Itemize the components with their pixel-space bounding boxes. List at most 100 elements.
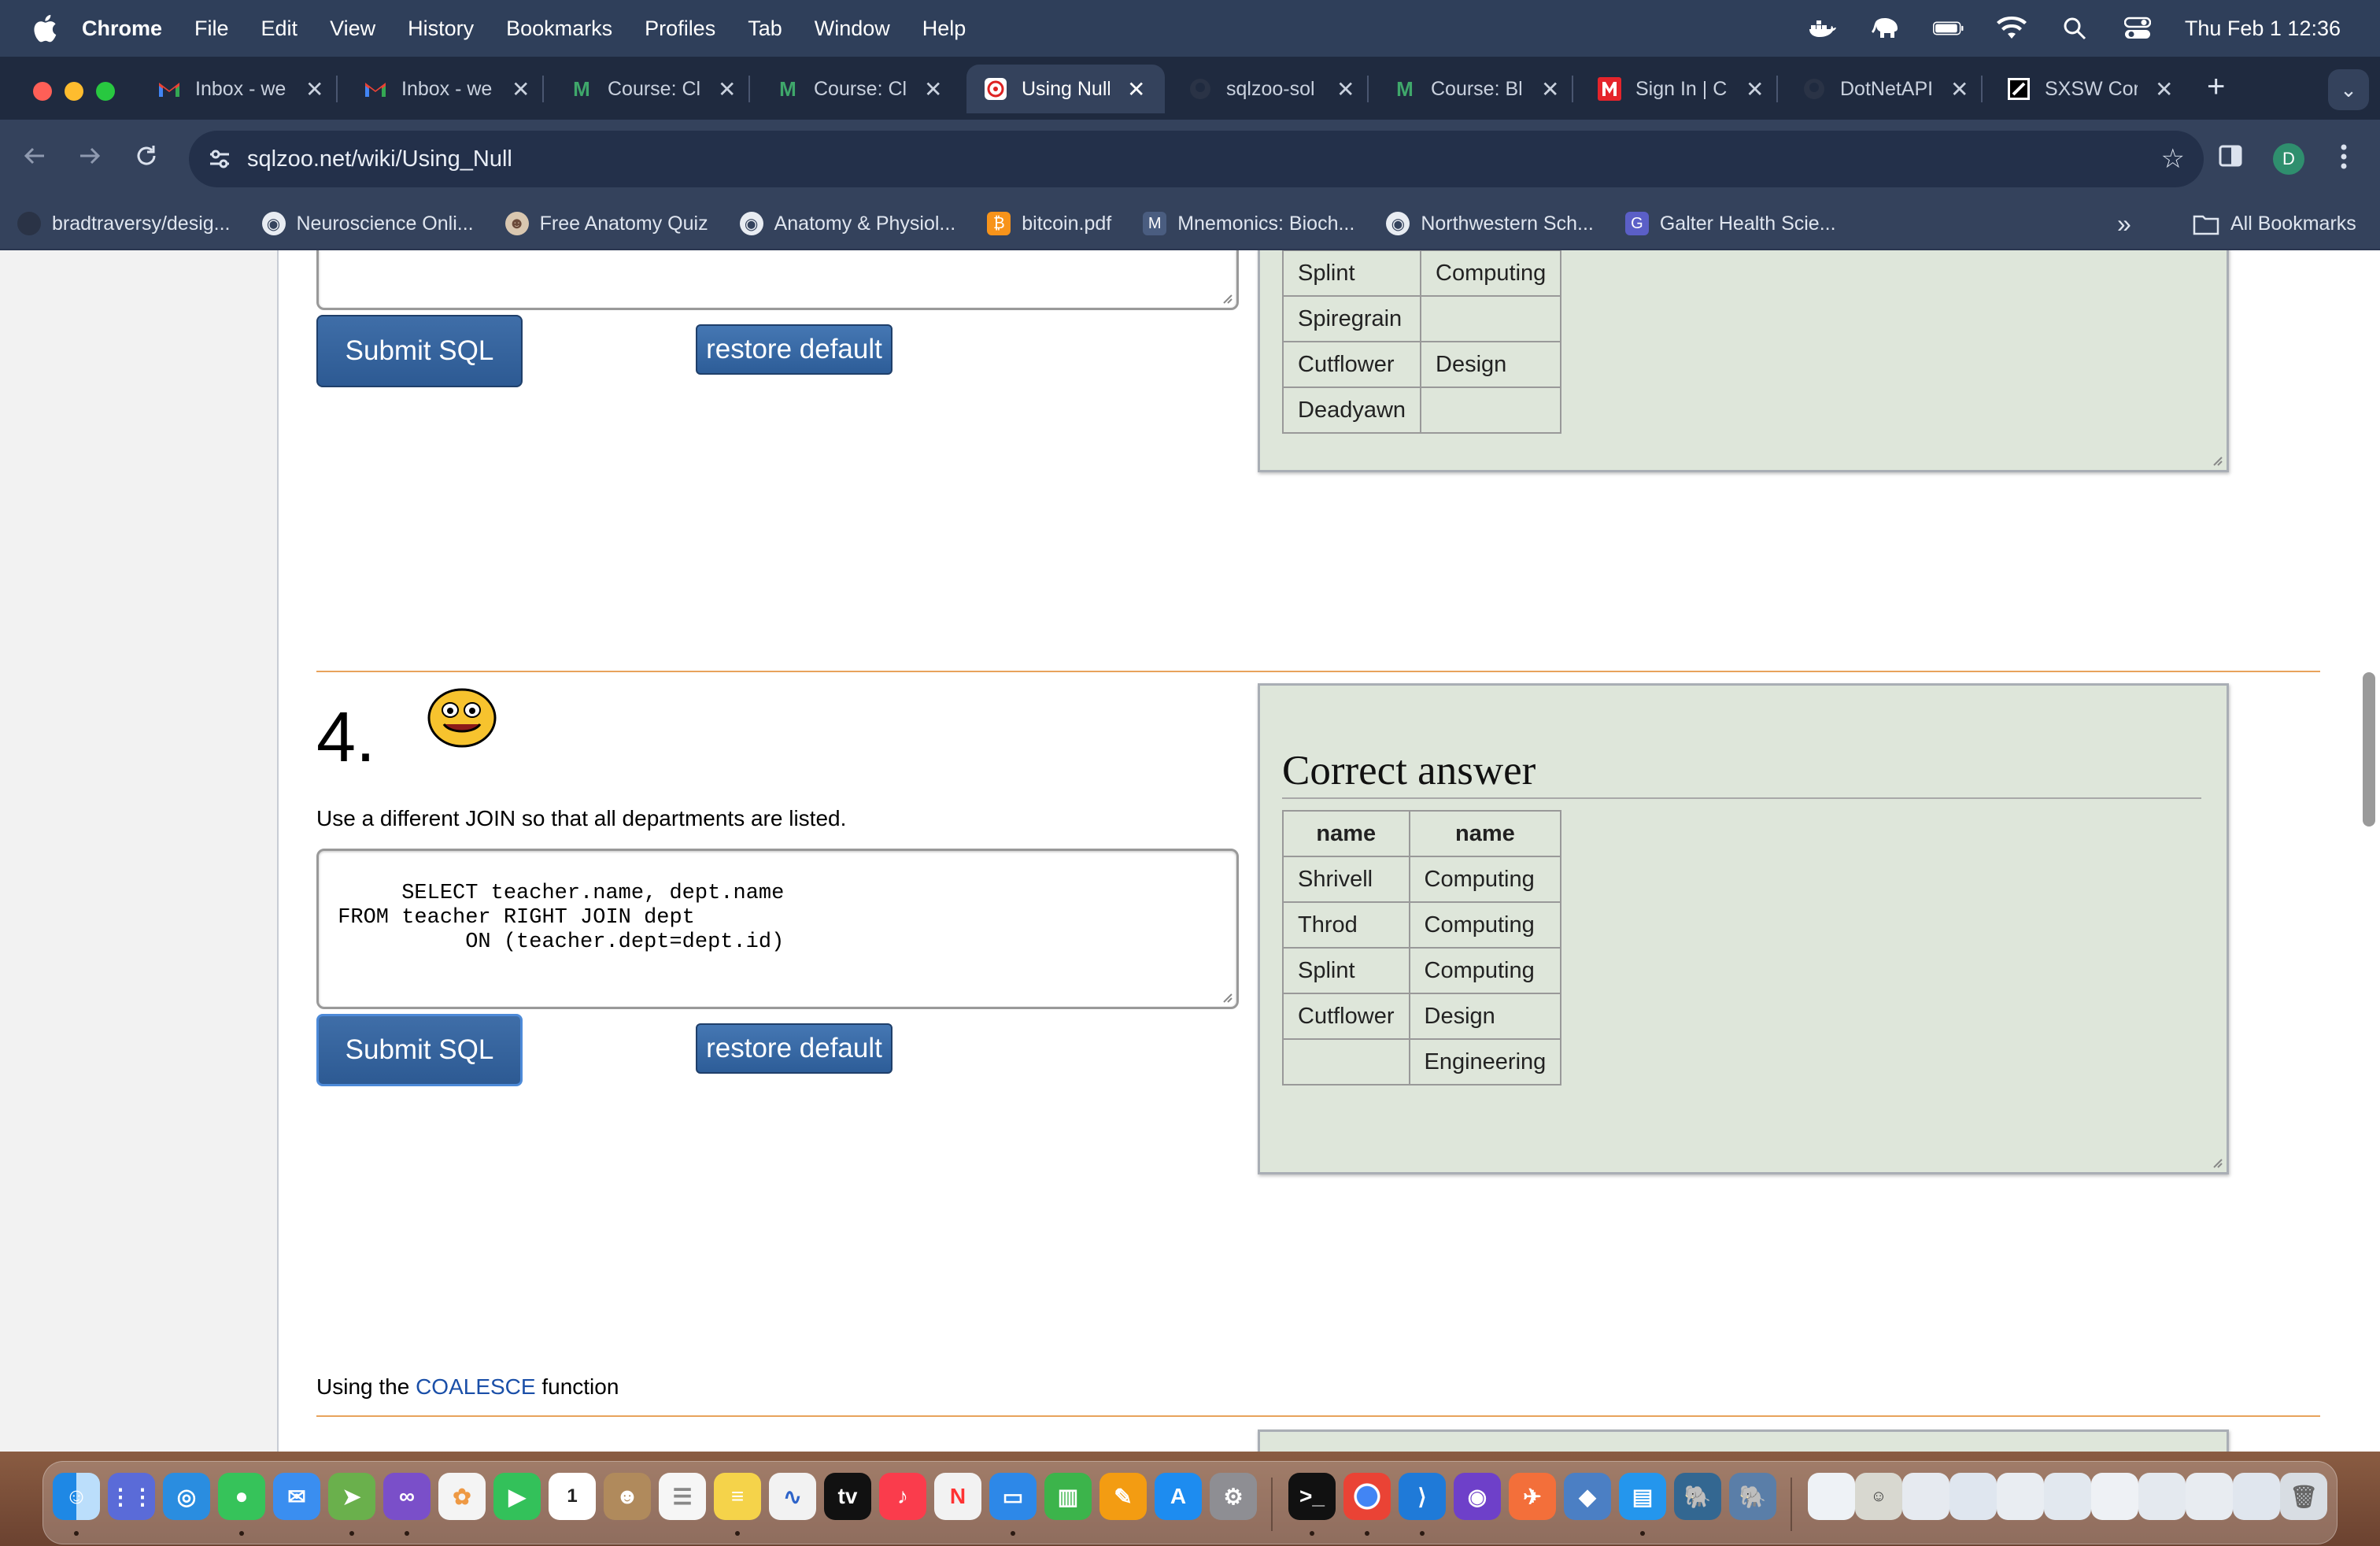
screenshot-stack-icon[interactable] <box>1902 1473 1949 1520</box>
tab-sign-in[interactable]: Sign In | C ✕ <box>1598 65 1779 113</box>
screenshot-stack-icon[interactable]: ☺ <box>1855 1473 1902 1520</box>
menu-bookmarks[interactable]: Bookmarks <box>506 17 612 41</box>
coalesce-link[interactable]: COALESCE <box>416 1374 536 1399</box>
battery-icon[interactable] <box>1932 15 1964 42</box>
minimize-window-button[interactable] <box>65 82 83 101</box>
messages-icon[interactable]: ● <box>218 1473 265 1520</box>
maps-icon[interactable]: ➤ <box>328 1473 375 1520</box>
bookmark-item[interactable]: ₿ bitcoin.pdf <box>987 212 1111 235</box>
back-arrow-icon[interactable] <box>20 142 49 177</box>
system-settings-icon[interactable]: ⚙ <box>1210 1473 1257 1520</box>
vscode-icon[interactable]: ⟩ <box>1399 1473 1446 1520</box>
tab-search-chevron-icon[interactable]: ⌄ <box>2328 69 2369 110</box>
side-panel-icon[interactable] <box>2218 143 2243 175</box>
close-tab-icon[interactable]: ✕ <box>1336 76 1354 102</box>
bookmark-item[interactable]: bradtraversy/desig... <box>17 212 231 235</box>
menubar-clock[interactable]: Thu Feb 1 12:36 <box>2185 17 2341 41</box>
close-tab-icon[interactable]: ✕ <box>718 76 736 102</box>
bookmark-item[interactable]: G Galter Health Scie... <box>1624 212 1836 235</box>
docker-status-icon[interactable] <box>1807 15 1839 42</box>
safari-icon[interactable]: ◎ <box>163 1473 210 1520</box>
wifi-icon[interactable] <box>1996 15 2027 42</box>
trash-icon[interactable]: 🗑 <box>2280 1473 2327 1520</box>
apple-logo-icon[interactable] <box>30 13 58 44</box>
submit-sql-button-q3[interactable]: Submit SQL <box>316 315 523 387</box>
tab-using-null-active[interactable]: Using Null ✕ <box>966 65 1165 113</box>
restore-default-button-q3[interactable]: restore default <box>696 324 893 375</box>
bookmark-item[interactable]: ◉ Neuroscience Onli... <box>261 212 474 235</box>
bookmark-star-icon[interactable]: ☆ <box>2161 143 2185 175</box>
bookmark-item[interactable]: M Mnemonics: Bioch... <box>1143 212 1354 235</box>
new-tab-plus-icon[interactable]: + <box>2207 69 2225 105</box>
notes-icon[interactable]: ≡ <box>714 1473 761 1520</box>
chrome-menu-kebab-icon[interactable] <box>2339 143 2349 176</box>
tab-dotnetapi[interactable]: DotNetAPI ✕ <box>1802 65 1983 113</box>
launchpad-icon[interactable]: ⋮⋮ <box>108 1473 155 1520</box>
visual-studio-icon[interactable]: ∞ <box>383 1473 431 1520</box>
music-icon[interactable]: ♪ <box>879 1473 926 1520</box>
page-scrollbar-thumb[interactable] <box>2363 672 2375 827</box>
zoom-window-button[interactable] <box>96 82 115 101</box>
menu-file[interactable]: File <box>194 17 229 41</box>
postman-icon[interactable]: ✈ <box>1509 1473 1556 1520</box>
pages-icon[interactable]: ✎ <box>1099 1473 1147 1520</box>
close-window-button[interactable] <box>33 82 52 101</box>
news-icon[interactable]: N <box>934 1473 981 1520</box>
postgres-icon[interactable]: 🐘 <box>1674 1473 1721 1520</box>
resize-grip-icon[interactable] <box>2209 1155 2223 1169</box>
bookmarks-overflow-chevron-icon[interactable]: » <box>2117 209 2131 239</box>
screenshot-stack-icon[interactable] <box>2138 1473 2186 1520</box>
tab-course-3[interactable]: M Course: Bl ✕ <box>1393 65 1574 113</box>
folder-stack-icon[interactable] <box>1808 1473 1855 1520</box>
menu-history[interactable]: History <box>408 17 474 41</box>
menu-window[interactable]: Window <box>815 17 890 41</box>
github-desktop-icon[interactable]: ◉ <box>1454 1473 1501 1520</box>
freeform-icon[interactable]: ∿ <box>769 1473 816 1520</box>
screenshot-stack-icon[interactable] <box>1997 1473 2044 1520</box>
bookmark-item[interactable]: ◉ Northwestern Sch... <box>1386 212 1594 235</box>
screenshot-stack-icon[interactable] <box>2091 1473 2138 1520</box>
calendar-icon[interactable]: 1 <box>549 1473 596 1520</box>
bookmark-item[interactable]: ◉ Anatomy & Physiol... <box>739 212 955 235</box>
docker-icon[interactable]: ▤ <box>1619 1473 1666 1520</box>
spotlight-search-icon[interactable] <box>2059 15 2090 42</box>
finder-icon[interactable]: ☺ <box>53 1473 100 1520</box>
azure-data-studio-icon[interactable]: ◆ <box>1564 1473 1611 1520</box>
keynote-icon[interactable]: ▭ <box>989 1473 1037 1520</box>
reload-icon[interactable] <box>132 142 161 177</box>
sql-textarea-q4[interactable]: SELECT teacher.name, dept.name FROM teac… <box>316 849 1239 1009</box>
tab-sxsw[interactable]: SXSW Cor ✕ <box>2007 65 2173 113</box>
resize-grip-icon[interactable] <box>2209 453 2223 467</box>
close-tab-icon[interactable]: ✕ <box>1950 76 1968 102</box>
menu-tab[interactable]: Tab <box>748 17 782 41</box>
terminal-icon[interactable]: >_ <box>1288 1473 1336 1520</box>
close-tab-icon[interactable]: ✕ <box>512 76 530 102</box>
restore-default-button-q4[interactable]: restore default <box>696 1023 893 1074</box>
close-tab-icon[interactable]: ✕ <box>924 76 942 102</box>
numbers-icon[interactable]: ▥ <box>1044 1473 1092 1520</box>
close-tab-icon[interactable]: ✕ <box>1746 76 1764 102</box>
url-text[interactable]: sqlzoo.net/wiki/Using_Null <box>247 146 512 172</box>
reminders-icon[interactable]: ☰ <box>659 1473 706 1520</box>
app-store-icon[interactable]: A <box>1155 1473 1202 1520</box>
menu-edit[interactable]: Edit <box>261 17 298 41</box>
photos-icon[interactable]: ✿ <box>438 1473 486 1520</box>
screenshot-stack-icon[interactable] <box>2186 1473 2233 1520</box>
site-settings-icon[interactable] <box>208 147 231 171</box>
menu-profiles[interactable]: Profiles <box>645 17 715 41</box>
tab-course-1[interactable]: M Course: Cl ✕ <box>570 65 751 113</box>
menu-view[interactable]: View <box>330 17 375 41</box>
resize-grip-icon[interactable] <box>1219 290 1233 305</box>
address-bar[interactable]: sqlzoo.net/wiki/Using_Null ☆ <box>189 131 2204 187</box>
menu-app-name[interactable]: Chrome <box>82 17 162 41</box>
contacts-icon[interactable]: ☻ <box>604 1473 651 1520</box>
pgadmin-icon[interactable]: 🐘 <box>1729 1473 1776 1520</box>
tab-gmail-1[interactable]: Inbox - we ✕ <box>157 65 338 113</box>
tab-gmail-2[interactable]: Inbox - we ✕ <box>364 65 545 113</box>
close-tab-icon[interactable]: ✕ <box>1127 76 1145 102</box>
tab-course-2[interactable]: M Course: Cl ✕ <box>776 65 942 113</box>
facetime-icon[interactable]: ▶ <box>493 1473 541 1520</box>
resize-grip-icon[interactable] <box>1219 989 1233 1004</box>
elephant-status-icon[interactable] <box>1870 15 1901 42</box>
sql-query-text[interactable]: SELECT teacher.name, dept.name FROM teac… <box>325 882 784 954</box>
